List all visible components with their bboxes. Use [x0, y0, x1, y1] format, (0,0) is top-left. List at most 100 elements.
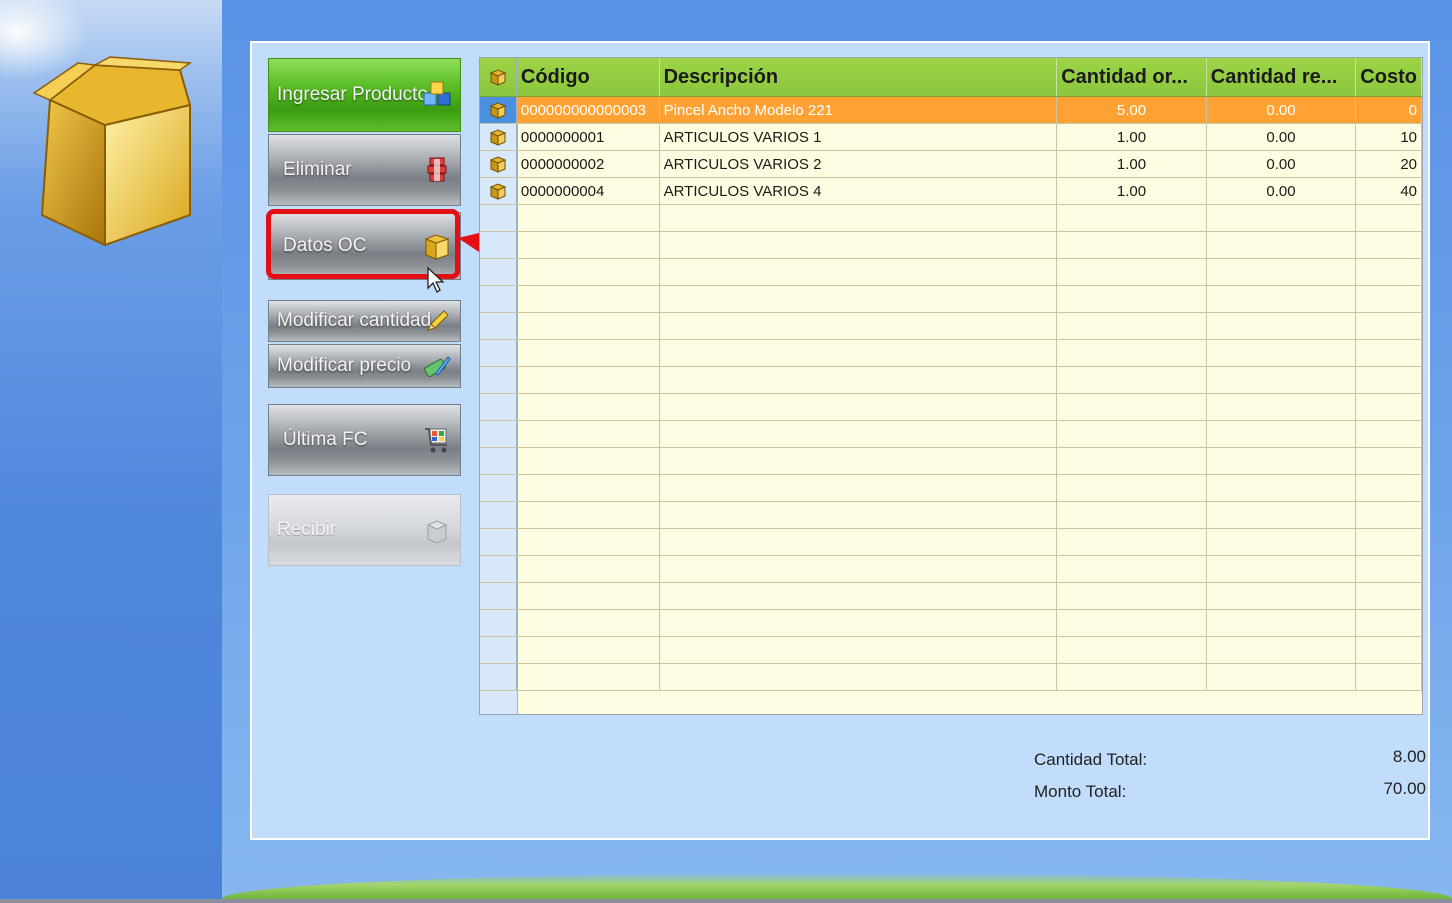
pencil-icon	[427, 310, 449, 331]
eliminar-button[interactable]: Eliminar	[268, 134, 461, 206]
empty-cell	[1056, 420, 1207, 448]
box-icon	[489, 129, 507, 146]
row-indicator-cell	[480, 366, 517, 394]
cantidad-total-value: 8.00	[1392, 747, 1426, 766]
table-row[interactable]: 0000000002 ARTICULOS VARIOS 2 1.00 0.00 …	[480, 150, 1422, 178]
empty-cell	[659, 393, 1058, 421]
empty-cell	[1355, 204, 1422, 232]
column-header-codigo[interactable]: Código	[516, 58, 660, 97]
empty-cell	[1056, 447, 1207, 475]
empty-cell	[1206, 231, 1357, 259]
header-corner-cell	[480, 58, 517, 97]
empty-cell	[516, 528, 660, 556]
empty-cell	[1355, 366, 1422, 394]
cell-cantidad-re: 0.00	[1206, 150, 1357, 178]
empty-cell	[1056, 285, 1207, 313]
empty-cell	[1355, 636, 1422, 664]
empty-cell	[1355, 393, 1422, 421]
empty-cell	[1056, 339, 1207, 367]
empty-cell	[1206, 582, 1357, 610]
empty-row	[480, 636, 1422, 664]
cell-descripcion: ARTICULOS VARIOS 4	[659, 177, 1058, 205]
ingresar-producto-button[interactable]: Ingresar Producto	[268, 58, 461, 132]
receive-box-icon	[426, 520, 448, 544]
box-logo-icon	[32, 56, 193, 247]
empty-cell	[516, 663, 660, 691]
cell-cantidad-re: 0.00	[1206, 96, 1357, 124]
empty-cell	[1056, 582, 1207, 610]
empty-cell	[659, 204, 1058, 232]
empty-cell	[1355, 474, 1422, 502]
empty-row	[480, 528, 1422, 556]
cantidad-total-label: Cantidad Total:	[1034, 750, 1148, 769]
empty-cell	[659, 555, 1058, 583]
empty-cell	[1056, 312, 1207, 340]
row-indicator-cell	[480, 339, 517, 367]
empty-cell	[1206, 393, 1357, 421]
empty-row	[480, 285, 1422, 313]
empty-cell	[659, 528, 1058, 556]
empty-cell	[1056, 528, 1207, 556]
empty-cell	[516, 393, 660, 421]
row-indicator-cell	[480, 474, 517, 502]
column-header-descripcion[interactable]: Descripción	[659, 58, 1058, 97]
empty-row	[480, 231, 1422, 259]
bottom-edge	[0, 899, 1452, 903]
products-table: Código Descripción Cantidad or... Cantid…	[480, 58, 1422, 691]
cell-cantidad-re: 0.00	[1206, 177, 1357, 205]
ultima-fc-button[interactable]: Última FC	[268, 404, 461, 476]
cell-codigo: 0000000004	[516, 177, 660, 205]
empty-cell	[659, 474, 1058, 502]
empty-cell	[516, 339, 660, 367]
empty-cell	[516, 258, 660, 286]
empty-row	[480, 582, 1422, 610]
empty-cell	[1206, 420, 1357, 448]
row-indicator-cell	[480, 96, 517, 124]
empty-cell	[1355, 339, 1422, 367]
empty-row	[480, 501, 1422, 529]
empty-row	[480, 420, 1422, 448]
table-row[interactable]: 0000000001 ARTICULOS VARIOS 1 1.00 0.00 …	[480, 123, 1422, 151]
empty-cell	[516, 204, 660, 232]
row-indicator-cell	[480, 123, 517, 151]
column-header-costo[interactable]: Costo	[1355, 58, 1422, 97]
price-edit-icon	[424, 356, 451, 378]
mouse-cursor-icon	[427, 266, 445, 293]
empty-cell	[1056, 609, 1207, 637]
row-indicator-cell	[480, 555, 517, 583]
cell-codigo: 0000000002	[516, 150, 660, 178]
empty-cell	[659, 663, 1058, 691]
cell-descripcion: ARTICULOS VARIOS 2	[659, 150, 1058, 178]
empty-row	[480, 366, 1422, 394]
cell-costo: 0	[1355, 96, 1422, 124]
empty-cell	[1206, 258, 1357, 286]
empty-cell	[1206, 312, 1357, 340]
empty-cell	[516, 447, 660, 475]
empty-cell	[1206, 339, 1357, 367]
row-indicator-cell	[480, 393, 517, 421]
cell-codigo: 0000000001	[516, 123, 660, 151]
cell-costo: 40	[1355, 177, 1422, 205]
table-body: 000000000000003 Pincel Ancho Modelo 221 …	[480, 96, 1422, 691]
empty-cell	[516, 609, 660, 637]
row-indicator-cell	[480, 636, 517, 664]
column-header-cantidad-re[interactable]: Cantidad re...	[1206, 58, 1357, 97]
modificar-precio-button[interactable]: Modificar precio	[268, 344, 461, 388]
table-row[interactable]: 000000000000003 Pincel Ancho Modelo 221 …	[480, 96, 1422, 124]
empty-cell	[1206, 474, 1357, 502]
row-indicator-cell	[480, 231, 517, 259]
cell-codigo: 000000000000003	[516, 96, 660, 124]
cell-costo: 10	[1355, 123, 1422, 151]
table-row[interactable]: 0000000004 ARTICULOS VARIOS 4 1.00 0.00 …	[480, 177, 1422, 205]
cell-cantidad-or: 1.00	[1056, 177, 1207, 205]
modificar-cantidad-button[interactable]: Modificar cantidad	[268, 300, 461, 342]
row-indicator-cell	[480, 312, 517, 340]
empty-cell	[659, 339, 1058, 367]
column-header-cantidad-or[interactable]: Cantidad or...	[1056, 58, 1207, 97]
products-grid[interactable]: Código Descripción Cantidad or... Cantid…	[479, 57, 1423, 715]
empty-row	[480, 339, 1422, 367]
empty-cell	[516, 474, 660, 502]
empty-row	[480, 447, 1422, 475]
empty-cell	[659, 420, 1058, 448]
recibir-button[interactable]: Recibir	[268, 494, 461, 566]
